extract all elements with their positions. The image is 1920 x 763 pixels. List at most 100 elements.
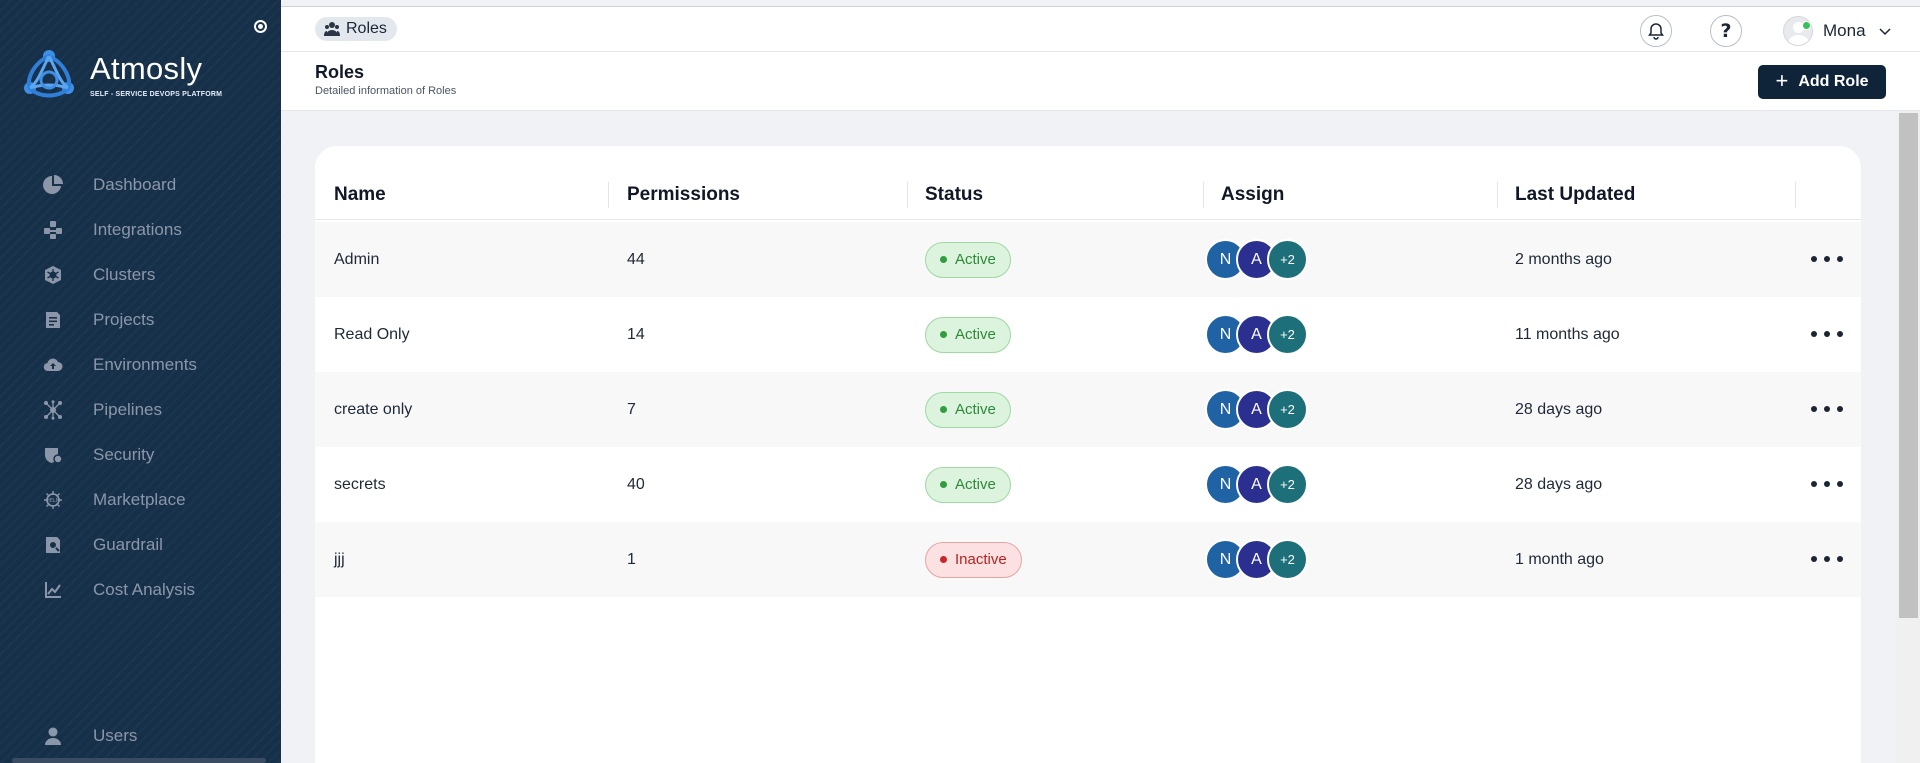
status-badge: Active — [925, 241, 1011, 278]
page-scrollbar-thumb[interactable] — [1899, 113, 1918, 618]
help-button[interactable]: ? — [1710, 15, 1742, 47]
row-actions-button[interactable] — [1811, 323, 1843, 345]
assignee-avatars[interactable]: N A +2 — [1205, 239, 1308, 280]
app-logo[interactable]: Atmosly SELF - SERVICE DEVOPS PLATFORM — [16, 42, 222, 108]
sidebar-pin-toggle[interactable] — [254, 20, 267, 33]
assignee-avatars[interactable]: N A +2 — [1205, 389, 1308, 430]
table-row[interactable]: jjj 1 Inactive N A +2 1 month ago — [315, 522, 1861, 597]
guardrail-icon — [42, 534, 64, 556]
table-row[interactable]: secrets 40 Active N A +2 28 days ago — [315, 447, 1861, 522]
top-bar: Roles ? Mona — [281, 6, 1920, 52]
chevron-down-icon — [1879, 28, 1891, 36]
integrations-icon — [42, 219, 64, 241]
status-text: Active — [955, 401, 996, 418]
row-actions-button[interactable] — [1811, 548, 1843, 570]
status-badge: Active — [925, 316, 1011, 353]
sidebar-item-environments[interactable]: Environments — [0, 342, 281, 387]
status-dot — [940, 481, 947, 488]
row-actions-button[interactable] — [1811, 473, 1843, 495]
last-updated: 1 month ago — [1515, 550, 1604, 568]
status-text: Active — [955, 326, 996, 343]
pipelines-icon — [42, 399, 64, 421]
column-header-name[interactable]: Name — [334, 170, 386, 220]
sidebar-item-label: Integrations — [93, 219, 182, 239]
status-dot — [940, 331, 947, 338]
pie-chart-icon — [42, 174, 64, 196]
assignee-avatars[interactable]: N A +2 — [1205, 464, 1308, 505]
column-header-permissions[interactable]: Permissions — [627, 170, 740, 220]
sidebar-bottom-nav: Users — [0, 713, 281, 758]
more-assignees-badge: +2 — [1267, 314, 1308, 355]
table-row[interactable]: Read Only 14 Active N A +2 11 months ago — [315, 297, 1861, 372]
role-name: Read Only — [334, 325, 410, 343]
sidebar: Atmosly SELF - SERVICE DEVOPS PLATFORM D… — [0, 0, 281, 763]
sidebar-item-pipelines[interactable]: Pipelines — [0, 387, 281, 432]
bell-icon — [1648, 23, 1664, 40]
breadcrumb[interactable]: Roles — [315, 17, 397, 41]
sidebar-item-projects[interactable]: Projects — [0, 297, 281, 342]
more-assignees-badge: +2 — [1267, 539, 1308, 580]
row-actions-button[interactable] — [1811, 248, 1843, 270]
status-text: Active — [955, 476, 996, 493]
user-icon — [42, 725, 64, 747]
sidebar-item-label: Security — [93, 444, 155, 464]
sidebar-item-label: Pipelines — [93, 399, 162, 419]
role-permissions: 44 — [627, 250, 645, 268]
user-name: Mona — [1823, 21, 1866, 40]
user-menu[interactable]: Mona — [1783, 14, 1892, 48]
plus-icon: + — [1775, 68, 1789, 93]
add-role-label: Add Role — [1798, 73, 1869, 90]
status-text: Inactive — [955, 551, 1007, 568]
sidebar-item-cost-analysis[interactable]: Cost Analysis — [0, 567, 281, 612]
sidebar-scrollbar[interactable] — [12, 758, 266, 763]
role-name: jjj — [334, 550, 345, 568]
sidebar-item-label: Clusters — [93, 264, 156, 284]
sidebar-item-integrations[interactable]: Integrations — [0, 207, 281, 252]
status-text: Active — [955, 251, 996, 268]
column-divider — [608, 182, 609, 208]
atmosly-logo-icon — [24, 50, 74, 98]
notifications-button[interactable] — [1640, 15, 1672, 47]
sidebar-item-label: Dashboard — [93, 174, 177, 194]
column-divider — [1497, 182, 1498, 208]
column-header-last-updated[interactable]: Last Updated — [1515, 170, 1635, 220]
online-status-dot — [1802, 21, 1811, 30]
table-row[interactable]: Admin 44 Active N A +2 2 months ago — [315, 222, 1861, 297]
role-permissions: 14 — [627, 325, 645, 343]
shield-icon — [42, 444, 64, 466]
sidebar-item-clusters[interactable]: Clusters — [0, 252, 281, 297]
cloud-upload-icon — [42, 354, 64, 376]
role-name: secrets — [334, 475, 386, 493]
breadcrumb-label: Roles — [346, 20, 387, 37]
sidebar-item-security[interactable]: Security — [0, 432, 281, 477]
sidebar-item-users[interactable]: Users — [0, 713, 281, 758]
add-role-button[interactable]: + Add Role — [1758, 65, 1886, 99]
page-header: Roles Detailed information of Roles + Ad… — [281, 52, 1920, 111]
last-updated: 2 months ago — [1515, 250, 1612, 268]
question-mark-icon: ? — [1720, 20, 1732, 42]
roles-table-card: Name Permissions Status Assign Last Upda… — [315, 146, 1861, 763]
role-permissions: 7 — [627, 400, 636, 418]
column-divider — [1795, 182, 1796, 208]
sidebar-item-label: Marketplace — [93, 489, 186, 509]
row-actions-button[interactable] — [1811, 398, 1843, 420]
role-name: create only — [334, 400, 413, 418]
more-assignees-badge: +2 — [1267, 239, 1308, 280]
assignee-avatars[interactable]: N A +2 — [1205, 539, 1308, 580]
assignee-avatars[interactable]: N A +2 — [1205, 314, 1308, 355]
sidebar-item-guardrail[interactable]: Guardrail — [0, 522, 281, 567]
roles-icon — [324, 22, 340, 36]
column-divider — [907, 182, 908, 208]
page-subtitle: Detailed information of Roles — [315, 85, 457, 97]
sidebar-item-marketplace[interactable]: HELM Marketplace — [0, 477, 281, 522]
sidebar-item-dashboard[interactable]: Dashboard — [0, 162, 281, 207]
sidebar-item-label: Projects — [93, 309, 155, 329]
sidebar-item-label: Users — [93, 725, 138, 745]
column-header-status[interactable]: Status — [925, 170, 983, 220]
last-updated: 28 days ago — [1515, 400, 1603, 418]
column-header-assign[interactable]: Assign — [1221, 170, 1284, 220]
table-row[interactable]: create only 7 Active N A +2 28 days ago — [315, 372, 1861, 447]
kubernetes-icon — [42, 264, 64, 286]
more-assignees-badge: +2 — [1267, 464, 1308, 505]
more-assignees-badge: +2 — [1267, 389, 1308, 430]
